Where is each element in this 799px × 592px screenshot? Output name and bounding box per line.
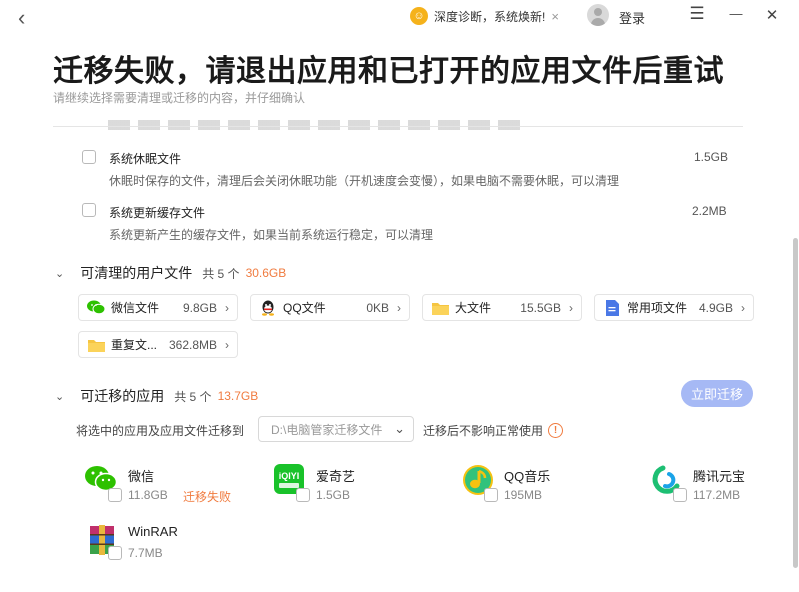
destination-label: 将选中的应用及应用文件迁移到 (76, 424, 245, 438)
app-checkbox-yuanbao[interactable] (673, 488, 687, 502)
chevron-down-icon[interactable]: ⌄ (55, 267, 64, 280)
app-size: 195MB (504, 488, 543, 502)
card-wechat-files[interactable]: 微信文件 9.8GB › (78, 294, 238, 321)
card-size: 15.5GB (520, 300, 561, 315)
scrollbar[interactable] (793, 238, 798, 568)
card-name: 重复文... (111, 338, 158, 352)
card-size: 4.9GB (698, 300, 733, 315)
card-size: 0KB (366, 300, 389, 315)
apps-header[interactable]: ⌄ 可迁移的应用 共 5 个 13.7GB (55, 386, 258, 406)
app-checkbox-iqiyi[interactable] (296, 488, 310, 502)
section-count: 共 5 个 (174, 389, 212, 404)
checkbox-hibernate[interactable] (82, 150, 96, 164)
chevron-down-icon[interactable]: ⌄ (55, 390, 64, 403)
destination-note: 迁移后不影响正常使用 ! (423, 422, 564, 439)
login-link[interactable]: 登录 (619, 8, 645, 27)
app-size: 7.7MB (128, 546, 163, 560)
card-name: 常用项文件 (627, 301, 688, 315)
scrolled-text-remnant (108, 120, 528, 130)
card-common-files[interactable]: 常用项文件 4.9GB › (594, 294, 754, 321)
note-text: 迁移后不影响正常使用 (423, 424, 544, 438)
item-desc: 休眠时保存的文件，清理后会关闭休眠功能（开机速度会变慢），如果电脑不需要休眠，可… (109, 174, 620, 188)
app-size: 11.8GB (128, 488, 168, 502)
destination-select[interactable]: D:\电脑管家迁移文件 ⌄ (258, 416, 414, 442)
app-status: 迁移失败 (183, 490, 232, 504)
minimize-button[interactable]: — (726, 6, 746, 21)
section-count: 共 5 个 (202, 266, 240, 281)
folder-icon (87, 337, 105, 353)
card-size: 362.8MB (168, 337, 217, 352)
item-name: 系统休眠文件 (109, 152, 182, 166)
divider (53, 126, 743, 127)
card-name: 微信文件 (111, 301, 160, 315)
section-size: 30.6GB (245, 266, 287, 280)
chevron-right-icon: › (225, 300, 229, 315)
menu-icon[interactable]: ☰ (687, 4, 707, 24)
user-files-header[interactable]: ⌄ 可清理的用户文件 共 5 个 30.6GB (55, 263, 286, 283)
app-checkbox-winrar[interactable] (108, 546, 122, 560)
warning-icon[interactable]: ! (548, 423, 564, 438)
app-name: WinRAR (128, 524, 178, 539)
chevron-right-icon: › (569, 300, 573, 315)
app-name: QQ音乐 (504, 469, 551, 484)
card-qq-files[interactable]: QQ文件 0KB › (250, 294, 410, 321)
app-name: 爱奇艺 (316, 469, 356, 484)
close-button[interactable]: ✕ (762, 6, 782, 24)
app-name: 微信 (128, 469, 155, 484)
item-size: 1.5GB (694, 150, 729, 164)
checkbox-update-cache[interactable] (82, 203, 96, 217)
promo-text: 深度诊断，系统焕新! (434, 9, 546, 24)
chevron-down-icon: ⌄ (394, 421, 405, 436)
avatar[interactable] (587, 4, 609, 26)
section-size: 13.7GB (217, 389, 259, 403)
iqiyi-logo-text: iQIYI (278, 470, 300, 481)
item-desc: 系统更新产生的缓存文件，如果当前系统运行稳定，可以清理 (109, 228, 434, 242)
back-button[interactable]: ‹ (18, 5, 25, 31)
document-icon (603, 299, 621, 316)
destination-value: D:\电脑管家迁移文件 (271, 422, 383, 437)
promo-banner[interactable]: ☺ 深度诊断，系统焕新! × (410, 6, 559, 26)
app-checkbox-qqmusic[interactable] (484, 488, 498, 502)
card-name: QQ文件 (283, 301, 326, 315)
card-name: 大文件 (455, 301, 492, 315)
item-name: 系统更新缓存文件 (109, 206, 206, 220)
section-title: 可迁移的应用 (80, 388, 165, 404)
section-title: 可清理的用户文件 (80, 265, 193, 281)
page-title: 迁移失败，请退出应用和已打开的应用文件后重试 (53, 55, 724, 88)
chevron-right-icon: › (225, 337, 229, 352)
app-size: 1.5GB (316, 488, 351, 502)
chevron-right-icon: › (397, 300, 401, 315)
wechat-icon (87, 300, 105, 316)
app-checkbox-wechat[interactable] (108, 488, 122, 502)
app-name: 腾讯元宝 (693, 469, 746, 484)
card-large-files[interactable]: 大文件 15.5GB › (422, 294, 582, 321)
page-subtitle: 请继续选择需要清理或迁移的内容，并仔细确认 (53, 91, 306, 105)
app-size: 117.2MB (693, 488, 741, 502)
folder-icon (431, 300, 449, 316)
chevron-right-icon: › (741, 300, 745, 315)
card-size: 9.8GB (182, 300, 217, 315)
item-size: 2.2MB (692, 204, 727, 218)
card-duplicate-files[interactable]: 重复文... 362.8MB › (78, 331, 238, 358)
migrate-now-button[interactable]: 立即迁移 (681, 380, 753, 407)
smile-icon: ☺ (410, 7, 428, 25)
qq-icon (259, 300, 277, 316)
promo-close-icon[interactable]: × (551, 9, 559, 24)
